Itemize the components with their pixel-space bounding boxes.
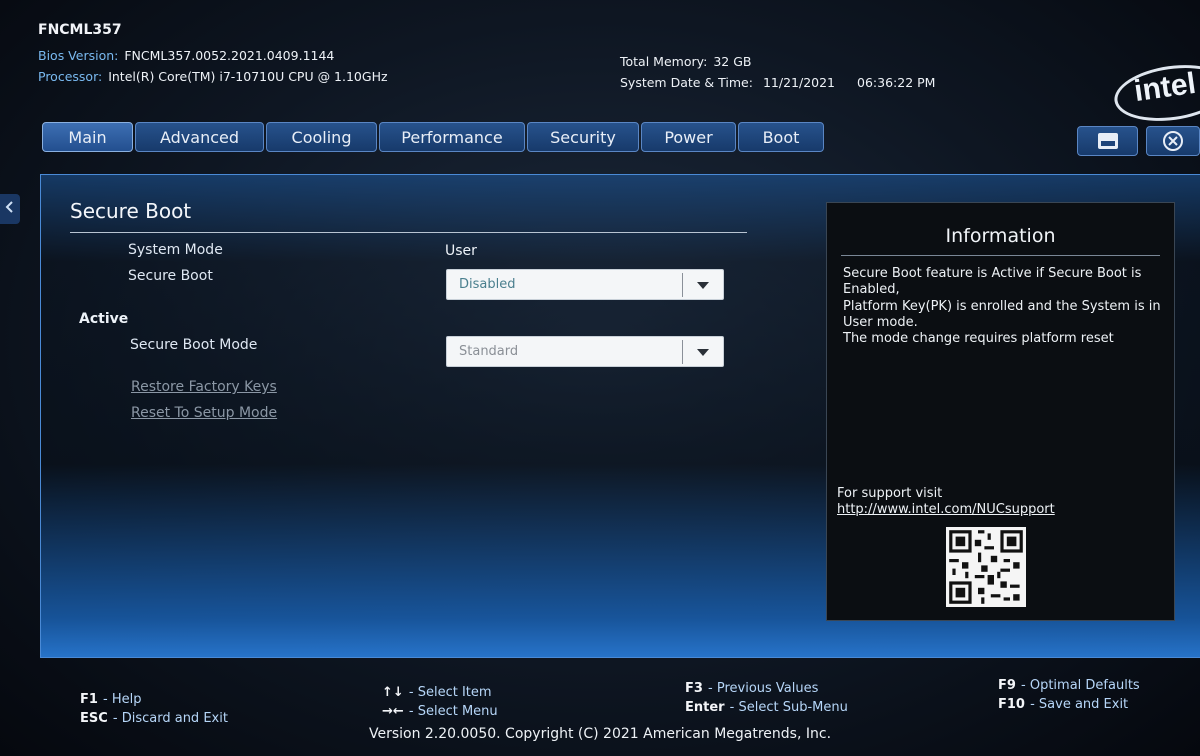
close-button[interactable] [1146, 126, 1200, 156]
processor-row: Processor: Intel(R) Core(TM) i7-10710U CP… [38, 69, 388, 84]
tab-performance-label: Performance [401, 128, 503, 147]
f10-key: F10 [998, 697, 1025, 712]
processor-label: Processor: [38, 69, 103, 84]
secure-boot-mode-select[interactable]: Standard [446, 336, 724, 367]
total-memory-value: 32 GB [713, 54, 752, 69]
f9-key: F9 [998, 678, 1016, 693]
secure-boot-label: Secure Boot [128, 268, 213, 284]
date-time-row: System Date & Time: 11/21/2021 06:36:22 PM [620, 75, 935, 90]
information-divider [841, 255, 1160, 256]
support-link[interactable]: http://www.intel.com/NUCsupport [837, 502, 1055, 517]
information-title: Information [945, 225, 1056, 247]
tab-advanced[interactable]: Advanced [135, 122, 264, 152]
date-time-label: System Date & Time: [620, 75, 753, 90]
info-line: The mode change requires platform reset [843, 331, 1114, 347]
tab-main-label: Main [68, 128, 107, 147]
information-panel: Information Secure Boot feature is Activ… [826, 202, 1175, 621]
footer-previous-values: F3 - Previous Values [685, 677, 818, 696]
info-line: Secure Boot feature is Active if Secure … [843, 266, 1142, 281]
footer-optimal-defaults: F9 - Optimal Defaults [998, 674, 1140, 693]
f1-key: F1 [80, 692, 98, 707]
support-block: For support visit http://www.intel.com/N… [837, 486, 1055, 518]
left-right-arrows-icon: →← [382, 704, 404, 719]
secure-boot-mode-selected-value: Standard [459, 344, 519, 359]
support-text: For support visit [837, 486, 943, 501]
total-memory-label: Total Memory: [620, 54, 708, 69]
select-menu-desc: - Select Menu [408, 704, 498, 719]
tab-performance[interactable]: Performance [379, 122, 525, 152]
save-button[interactable] [1077, 126, 1138, 156]
system-mode-label: System Mode [128, 242, 223, 258]
f10-desc: - Save and Exit [1030, 697, 1129, 712]
section-divider [70, 232, 747, 233]
dropdown-separator [682, 273, 683, 297]
footer-sub-menu: Enter - Select Sub-Menu [685, 696, 848, 715]
footer-discard: ESC - Discard and Exit [80, 707, 228, 726]
enter-desc: - Select Sub-Menu [729, 700, 848, 715]
processor-value: Intel(R) Core(TM) i7-10710U CPU @ 1.10GH… [108, 69, 388, 84]
chevron-left-icon [5, 201, 13, 213]
bios-version-label: Bios Version: [38, 48, 119, 63]
f3-desc: - Previous Values [708, 681, 819, 696]
board-name: FNCML357 [38, 22, 122, 38]
footer-save-exit: F10 - Save and Exit [998, 693, 1128, 712]
tab-power[interactable]: Power [641, 122, 736, 152]
secure-boot-selected-value: Disabled [459, 277, 516, 292]
tab-boot-label: Boot [762, 128, 800, 147]
chevron-down-icon [697, 349, 709, 356]
total-memory-row: Total Memory: 32 GB [620, 54, 751, 69]
left-scroll-arrow[interactable] [0, 194, 20, 224]
info-line: Platform Key(PK) is enrolled and the Sys… [843, 298, 1161, 314]
close-icon [1163, 131, 1183, 151]
footer-help: F1 - Help [80, 688, 142, 707]
time-value: 06:36:22 PM [857, 75, 936, 90]
tab-security-label: Security [550, 128, 616, 147]
up-down-arrows-icon: ↑↓ [382, 685, 404, 700]
secure-boot-select[interactable]: Disabled [446, 269, 724, 300]
tab-main[interactable]: Main [42, 122, 133, 152]
footer-select-item: ↑↓ - Select Item [382, 681, 492, 700]
copyright-text: Version 2.20.0050. Copyright (C) 2021 Am… [368, 726, 832, 742]
f3-key: F3 [685, 681, 703, 696]
date-value: 11/21/2021 [762, 75, 836, 90]
tab-advanced-label: Advanced [159, 128, 240, 147]
information-text: Secure Boot feature is Active if Secure … [843, 266, 1163, 347]
esc-key: ESC [80, 711, 108, 726]
tab-security[interactable]: Security [527, 122, 639, 152]
qr-code-icon [946, 527, 1026, 607]
tab-cooling-label: Cooling [291, 128, 352, 147]
tab-power-label: Power [664, 128, 713, 147]
restore-factory-keys-link[interactable]: Restore Factory Keys [131, 379, 277, 395]
bios-version-value: FNCML357.0052.2021.0409.1144 [124, 48, 335, 63]
info-line: Enabled, [843, 282, 900, 298]
enter-key: Enter [685, 700, 725, 715]
footer-select-menu: →← - Select Menu [382, 700, 498, 719]
reset-to-setup-mode-link[interactable]: Reset To Setup Mode [131, 405, 277, 421]
chevron-down-icon [697, 282, 709, 289]
save-icon [1097, 133, 1118, 149]
tab-boot[interactable]: Boot [738, 122, 824, 152]
info-line: User mode. [843, 314, 918, 330]
bios-version-row: Bios Version: FNCML357.0052.2021.0409.114… [38, 48, 334, 63]
tab-cooling[interactable]: Cooling [266, 122, 377, 152]
select-item-desc: - Select Item [408, 685, 492, 700]
esc-desc: - Discard and Exit [112, 711, 228, 726]
f9-desc: - Optimal Defaults [1021, 678, 1140, 693]
section-title: Secure Boot [70, 199, 192, 223]
secure-boot-status: Active [79, 311, 129, 327]
intel-logo-text: intel [1132, 66, 1198, 109]
f1-desc: - Help [103, 692, 142, 707]
dropdown-separator [682, 340, 683, 364]
system-mode-value: User [445, 243, 477, 259]
intel-logo: intel [1110, 58, 1200, 128]
secure-boot-mode-label: Secure Boot Mode [130, 337, 258, 353]
